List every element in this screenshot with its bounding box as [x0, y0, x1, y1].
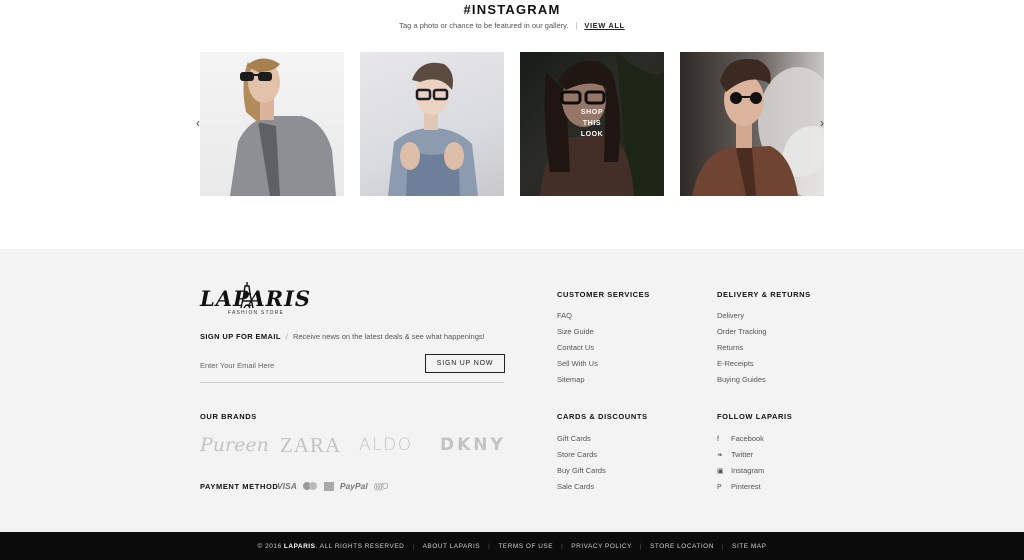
- instagram-title: #INSTAGRAM: [463, 2, 561, 17]
- social-label: Twitter: [731, 450, 754, 459]
- facebook-icon: f: [717, 436, 719, 443]
- signup-title: SIGN UP FOR EMAIL: [200, 332, 281, 341]
- brand-logo-dkny[interactable]: DKNY: [440, 434, 506, 456]
- social-link-pinterest[interactable]: P Pinterest: [717, 482, 764, 498]
- separator: |: [575, 21, 578, 30]
- pinterest-icon: P: [717, 484, 722, 491]
- social-link-instagram[interactable]: ▣ Instagram: [717, 466, 764, 482]
- copyright-suffix: . ALL RIGHTS RESERVED: [315, 542, 405, 550]
- instagram-photo-3[interactable]: SHOP THIS LOOK: [520, 52, 664, 196]
- shop-this-look-overlay[interactable]: SHOP THIS LOOK: [520, 107, 664, 140]
- copyright: © 2016 LAPARIS. ALL RIGHTS RESERVED: [258, 543, 405, 550]
- overlay-line-1: SHOP: [580, 109, 604, 116]
- chevron-right-icon[interactable]: ›: [820, 116, 824, 130]
- footer-link-order-tracking[interactable]: Order Tracking: [717, 327, 767, 343]
- bottom-link-about[interactable]: ABOUT LAPARIS: [423, 543, 481, 550]
- footer: [0, 249, 1024, 532]
- footer-link-gift-cards[interactable]: Gift Cards: [557, 434, 606, 450]
- separator: |: [721, 542, 725, 550]
- footer-link-sitemap[interactable]: Sitemap: [557, 375, 598, 391]
- separator: |: [412, 542, 415, 550]
- logo-tagline: FASHION STORE: [228, 310, 285, 316]
- separator: /: [285, 332, 288, 341]
- bottom-link-site-map[interactable]: SITE MAP: [732, 543, 766, 550]
- social-label: Facebook: [731, 434, 764, 443]
- photo-2-illustration: [388, 62, 478, 196]
- amex-icon: [323, 481, 334, 491]
- instagram-photo-4[interactable]: [680, 52, 824, 196]
- footer-link-sale-cards[interactable]: Sale Cards: [557, 482, 606, 498]
- twitter-icon: ❧: [717, 452, 723, 459]
- logo-text: LAPARIS: [200, 286, 312, 311]
- footer-link-e-receipts[interactable]: E-Receipts: [717, 359, 767, 375]
- bottom-link-terms[interactable]: TERMS OF USE: [498, 543, 553, 550]
- cards-discounts-heading: CARDS & DISCOUNTS: [557, 412, 648, 421]
- delivery-returns-list: Delivery Order Tracking Returns E-Receip…: [717, 311, 767, 391]
- separator: |: [561, 542, 564, 550]
- bottom-link-privacy[interactable]: PRIVACY POLICY: [571, 543, 632, 550]
- overlay-line-3: LOOK: [580, 131, 604, 138]
- footer-link-sell-with-us[interactable]: Sell With Us: [557, 359, 598, 375]
- instagram-subtitle: Tag a photo or chance to be featured in …: [399, 21, 569, 30]
- footer-logo[interactable]: LAPARIS FASHION STORE: [200, 282, 310, 320]
- photo-4-illustration: [692, 58, 824, 196]
- instagram-section: #INSTAGRAM Tag a photo or chance to be f…: [0, 0, 1024, 249]
- photo-1-illustration: [230, 58, 336, 196]
- email-field[interactable]: [200, 357, 420, 373]
- instagram-icon: ▣: [717, 468, 724, 475]
- copyright-prefix: © 2016: [257, 542, 282, 550]
- delivery-returns-heading: DELIVERY & RETURNS: [717, 290, 811, 299]
- brand-logo-pureen[interactable]: Pureen: [200, 434, 269, 456]
- separator: |: [488, 542, 491, 550]
- brand-logo-aldo[interactable]: ALDO: [359, 434, 413, 456]
- footer-link-delivery[interactable]: Delivery: [717, 311, 767, 327]
- social-links-list: f Facebook ❧ Twitter ▣ Instagram P Pinterest: [717, 434, 764, 498]
- footer-link-returns[interactable]: Returns: [717, 343, 767, 359]
- footer-link-store-cards[interactable]: Store Cards: [557, 450, 606, 466]
- footer-link-size-guide[interactable]: Size Guide: [557, 327, 598, 343]
- email-signup-row: SIGN UP FOR EMAIL / Receive news on the la…: [200, 332, 485, 341]
- mastercard-icon: [302, 481, 318, 491]
- sign-up-button[interactable]: SIGN UP NOW: [425, 354, 505, 373]
- separator: |: [639, 542, 643, 550]
- footer-link-buy-gift-cards[interactable]: Buy Gift Cards: [557, 466, 606, 482]
- view-all-link[interactable]: VIEW ALL: [584, 21, 624, 30]
- signup-text: Receive news on the latest deals & see w…: [292, 332, 485, 341]
- bottom-bar: © 2016 LAPARIS. ALL RIGHTS RESERVED | AB…: [0, 532, 1024, 560]
- instagram-photo-2[interactable]: [360, 52, 504, 196]
- visa-icon: VISA: [277, 481, 297, 491]
- instagram-photo-1[interactable]: [200, 52, 344, 196]
- page: #INSTAGRAM Tag a photo or chance to be f…: [0, 0, 1024, 560]
- footer-link-buying-guides[interactable]: Buying Guides: [717, 375, 767, 391]
- cards-discounts-list: Gift Cards Store Cards Buy Gift Cards Sa…: [557, 434, 606, 498]
- social-link-facebook[interactable]: f Facebook: [717, 434, 764, 450]
- social-link-twitter[interactable]: ❧ Twitter: [717, 450, 764, 466]
- footer-link-contact-us[interactable]: Contact Us: [557, 343, 598, 359]
- payment-heading: PAYMENT METHOD: [200, 482, 279, 491]
- bottom-link-store-location[interactable]: STORE LOCATION: [650, 543, 714, 550]
- customer-services-list: FAQ Size Guide Contact Us Sell With Us S…: [557, 311, 598, 391]
- social-label: Pinterest: [731, 482, 761, 491]
- email-field-underline: [200, 382, 504, 383]
- social-label: Instagram: [731, 466, 765, 475]
- paypal-icon: PayPal: [339, 481, 368, 491]
- instagram-subtitle-row: Tag a photo or chance to be featured in …: [0, 21, 1024, 30]
- copyright-brand: LAPARIS: [283, 542, 316, 550]
- brands-heading: OUR BRANDS: [200, 412, 257, 421]
- payment-icons: VISA PayPal (((((O: [277, 479, 389, 493]
- footer-link-faq[interactable]: FAQ: [557, 311, 598, 327]
- brand-logo-zara[interactable]: ZARA: [280, 434, 341, 456]
- follow-heading: FOLLOW LAPARIS: [717, 412, 793, 421]
- customer-services-heading: CUSTOMER SERVICES: [557, 290, 650, 299]
- overlay-line-2: THIS: [582, 120, 602, 127]
- contactless-icon: (((((O: [373, 481, 389, 491]
